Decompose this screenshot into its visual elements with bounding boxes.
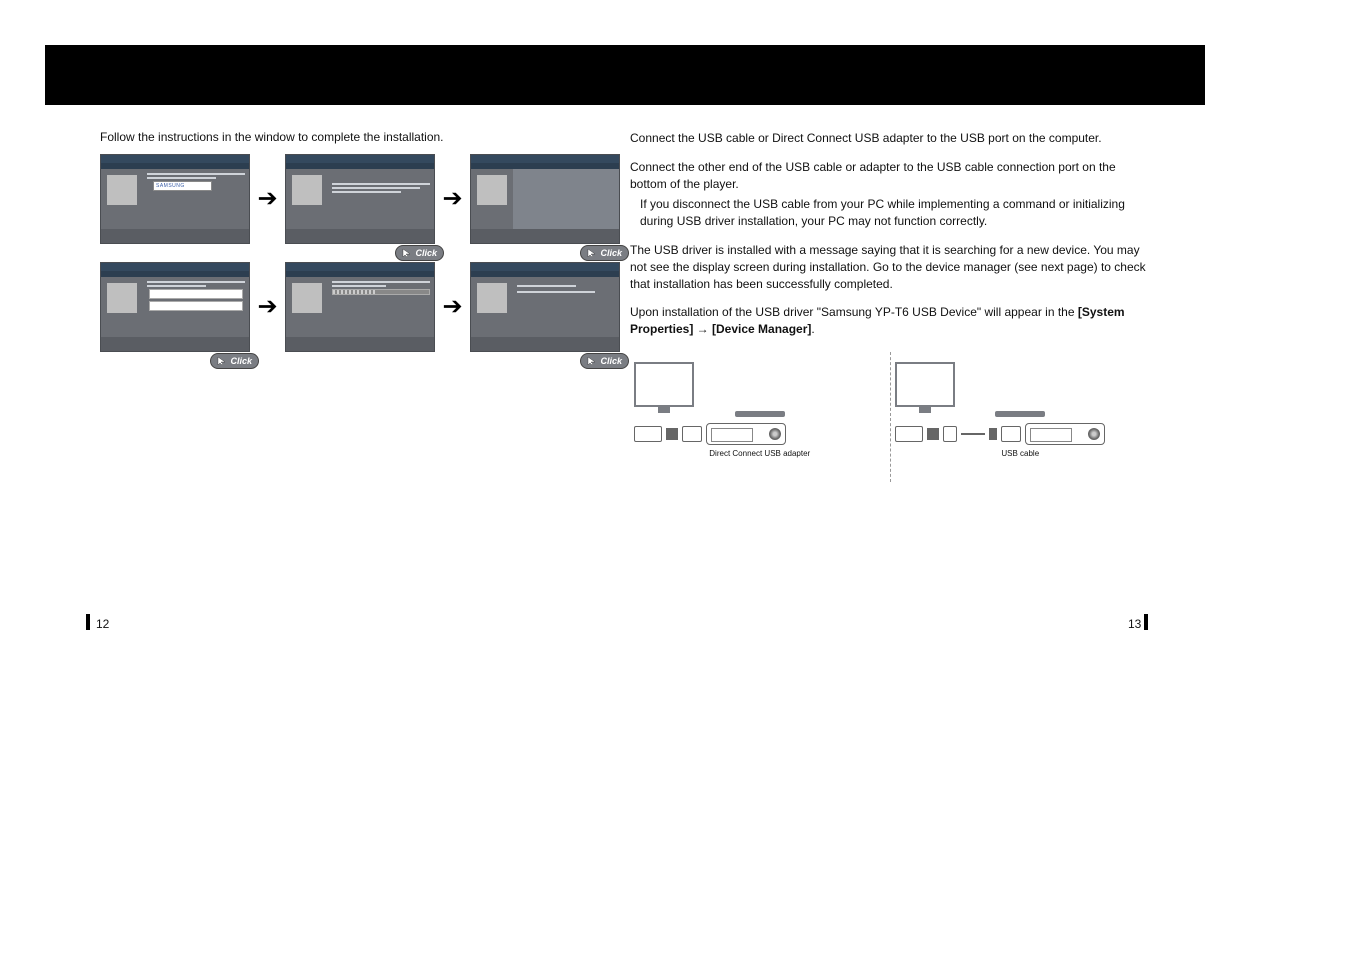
screenshot-row: SAMSUNG ➔ Click <box>100 154 620 244</box>
header-black-band <box>45 45 1205 105</box>
click-label: Click <box>415 248 437 258</box>
wizard-icon <box>477 175 507 205</box>
click-label: Click <box>600 356 622 366</box>
screenshots-grid: SAMSUNG ➔ Click <box>100 154 620 352</box>
step-text: The USB driver is installed with a messa… <box>630 243 1146 291</box>
wizard-icon <box>292 283 322 313</box>
step-text-prefix: Upon installation of the USB driver "Sam… <box>630 305 1078 319</box>
step-1: Connect the USB cable or Direct Connect … <box>630 130 1150 147</box>
usb-plug-icon <box>666 428 678 440</box>
diagram-right-col: USB cable <box>891 352 1151 468</box>
wizard-icon <box>292 175 322 205</box>
step-text: Connect the USB cable or Direct Connect … <box>630 131 1102 145</box>
diagram-left-caption: Direct Connect USB adapter <box>634 449 886 458</box>
wizard-icon <box>477 283 507 313</box>
page-number-right: 13 <box>1128 617 1141 631</box>
player-port-icon <box>1001 426 1021 442</box>
cable-icon <box>961 433 985 435</box>
screenshot-welcome: SAMSUNG <box>100 154 250 244</box>
step-4: Upon installation of the USB driver "Sam… <box>630 304 1150 338</box>
player-device-icon <box>706 423 786 445</box>
screenshot-ready: Click <box>285 154 435 244</box>
cursor-icon <box>402 248 412 258</box>
usb-port-icon <box>895 426 923 442</box>
click-hint: Click <box>395 245 444 261</box>
arrow-right-icon: ➔ <box>443 297 463 317</box>
right-steps-list: Connect the USB cable or Direct Connect … <box>630 130 1150 338</box>
step-2-sub: If you disconnect the USB cable from you… <box>640 196 1150 230</box>
monitor-icon <box>895 362 955 407</box>
step-text-suffix: . <box>811 322 814 336</box>
cursor-icon <box>217 356 227 366</box>
right-page: Connect the USB cable or Direct Connect … <box>630 130 1150 482</box>
click-label: Click <box>600 248 622 258</box>
step-2: Connect the other end of the USB cable o… <box>630 159 1150 230</box>
cursor-icon <box>587 248 597 258</box>
usb-plug-c-icon <box>989 428 997 440</box>
usb-plug-b-icon <box>943 426 957 442</box>
arrow-right-icon: ➔ <box>443 189 463 209</box>
click-hint: Click <box>210 353 259 369</box>
monitor-stand-icon <box>995 411 1045 417</box>
screenshot-row: Click ➔ ➔ <box>100 262 620 352</box>
diagram-left-col: Direct Connect USB adapter <box>630 352 890 468</box>
step-text: Connect the other end of the USB cable o… <box>630 160 1116 191</box>
player-device-icon <box>1025 423 1105 445</box>
adapter-icon <box>682 426 702 442</box>
page-number-left: 12 <box>96 617 109 631</box>
arrow-right-icon: ➔ <box>258 297 278 317</box>
header-tick-right <box>1142 105 1150 125</box>
monitor-stand-icon <box>735 411 785 417</box>
left-page: Follow the instructions in the window to… <box>100 130 620 370</box>
screenshot-license: Click <box>470 154 620 244</box>
click-hint: Click <box>580 353 629 369</box>
arrow-right-icon: ➔ <box>258 189 278 209</box>
samsung-logo: SAMSUNG <box>153 181 212 191</box>
screenshot-destination: Click <box>100 262 250 352</box>
click-label: Click <box>230 356 252 366</box>
page-number-bar-right <box>1144 614 1148 630</box>
wizard-icon <box>107 175 137 205</box>
click-hint: Click <box>580 245 629 261</box>
usb-port-icon <box>634 426 662 442</box>
diagram-right-caption: USB cable <box>895 449 1147 458</box>
step-3: The USB driver is installed with a messa… <box>630 242 1150 292</box>
page-number-bar-left <box>86 614 90 630</box>
usb-plug-a-icon <box>927 428 939 440</box>
monitor-icon <box>634 362 694 407</box>
screenshot-copying <box>285 262 435 352</box>
wizard-icon <box>107 283 137 313</box>
screenshot-complete: Click <box>470 262 620 352</box>
connection-diagram: Direct Connect USB adapter USB cable <box>630 352 1150 482</box>
left-instruction: Follow the instructions in the window to… <box>100 130 620 144</box>
cursor-icon <box>587 356 597 366</box>
header-tick-left <box>100 105 108 125</box>
